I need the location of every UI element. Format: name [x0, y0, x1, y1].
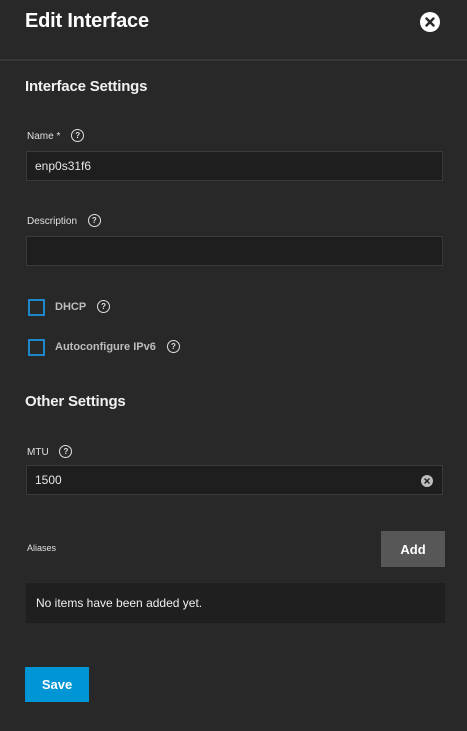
add-alias-button[interactable]: Add: [381, 531, 445, 567]
other-settings-heading: Other Settings: [25, 393, 126, 410]
mtu-help-icon[interactable]: ?: [59, 445, 73, 458]
autoconfigure-ipv6-help-icon[interactable]: ?: [166, 339, 180, 353]
dialog-title: Edit Interface: [25, 10, 149, 32]
description-label-row: Description ?: [27, 214, 101, 228]
description-help-icon[interactable]: ?: [87, 214, 101, 227]
aliases-empty-state: No items have been added yet.: [26, 583, 445, 623]
description-input[interactable]: [26, 236, 443, 266]
name-help-icon[interactable]: ?: [71, 129, 85, 142]
autoconfigure-ipv6-label-group: Autoconfigure IPv6 ?: [55, 339, 180, 356]
save-button[interactable]: Save: [25, 667, 89, 702]
clear-icon[interactable]: [421, 475, 433, 487]
required-mark: *: [56, 131, 61, 143]
autoconfigure-ipv6-label: Autoconfigure IPv6: [55, 341, 156, 353]
dialog-header: Edit Interface: [0, 0, 467, 61]
interface-settings-heading: Interface Settings: [25, 78, 148, 95]
name-input[interactable]: [26, 151, 443, 181]
close-icon[interactable]: [420, 12, 440, 32]
mtu-label: MTU: [27, 447, 49, 459]
name-label: Name: [27, 131, 54, 143]
mtu-label-row: MTU ?: [27, 445, 73, 459]
dhcp-checkbox[interactable]: [28, 299, 45, 316]
description-label: Description: [27, 216, 78, 228]
dhcp-label: DHCP: [55, 301, 86, 313]
name-label-row: Name * ?: [27, 129, 85, 143]
autoconfigure-ipv6-checkbox[interactable]: [28, 339, 45, 356]
mtu-input[interactable]: [26, 465, 443, 495]
dhcp-help-icon[interactable]: ?: [97, 299, 111, 313]
dhcp-label-group: DHCP ?: [55, 299, 111, 316]
aliases-label: Aliases: [27, 543, 57, 553]
